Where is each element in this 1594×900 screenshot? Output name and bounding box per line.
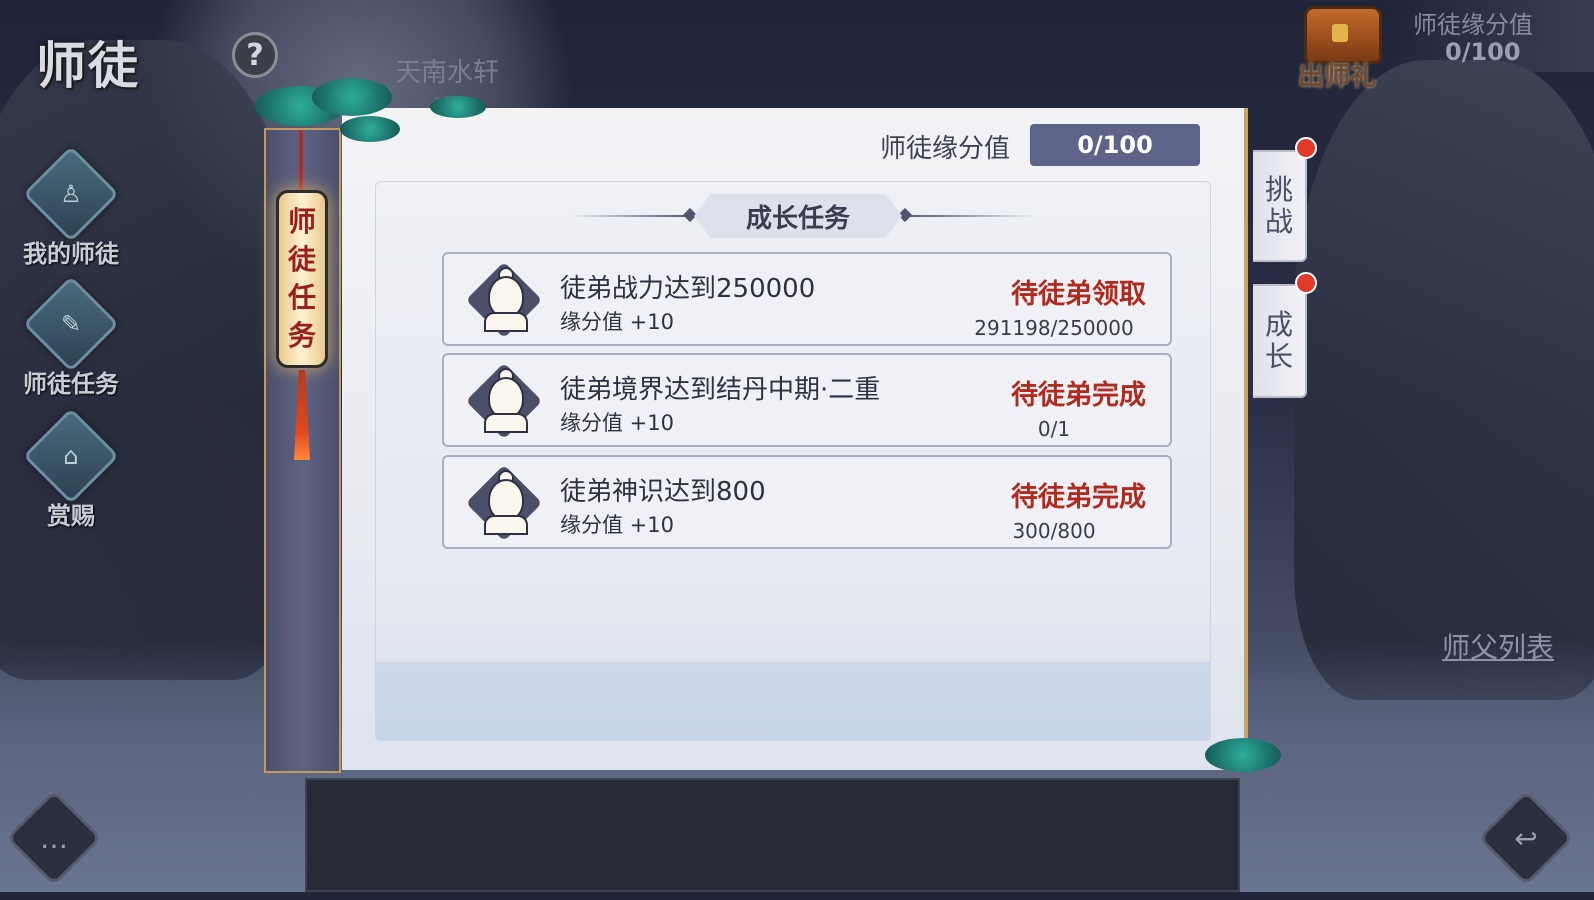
- task-reward: 缘分值 +10: [560, 513, 674, 537]
- section-divider-left: [570, 215, 690, 217]
- back-arrow-icon: ↩: [1514, 821, 1538, 855]
- chest-lock-icon: [1332, 24, 1348, 42]
- background-player-name: 天南水轩: [395, 58, 500, 88]
- question-icon: ?: [246, 37, 264, 73]
- master-list-link[interactable]: 师父列表: [1442, 626, 1554, 666]
- task-progress: 291198/250000: [974, 316, 1134, 340]
- task-status: 待徒弟完成: [1011, 482, 1146, 513]
- task-status: 待徒弟完成: [1011, 380, 1146, 411]
- person-icon: ♙: [22, 145, 120, 243]
- help-button[interactable]: ?: [232, 32, 278, 78]
- tab-challenge[interactable]: 挑 战: [1253, 150, 1307, 262]
- scroll-icon: ✎: [22, 275, 120, 373]
- task-title: 徒弟战力达到250000: [560, 274, 816, 304]
- task-title: 徒弟神识达到800: [560, 477, 766, 507]
- task-progress: 0/1: [1037, 417, 1071, 441]
- section-title: 成长任务: [694, 194, 902, 238]
- top-affinity-label: 师徒缘分值: [1413, 11, 1533, 39]
- sidebar-item-my-disciples[interactable]: ♙ 我的师徒: [16, 145, 126, 269]
- pine-decoration-icon: [1205, 738, 1281, 772]
- tab-label: 成: [1264, 308, 1293, 341]
- page-title: 师徒: [36, 36, 140, 95]
- pine-decoration-icon: [312, 78, 392, 116]
- lantern-string: [299, 130, 303, 190]
- lantern-char: 任: [287, 281, 316, 314]
- notification-dot-icon: [1295, 137, 1317, 159]
- task-row[interactable]: 徒弟战力达到250000 缘分值 +10 待徒弟领取 291198/250000: [442, 252, 1172, 346]
- task-status: 待徒弟领取: [1011, 279, 1146, 310]
- top-affinity-value: 0/100: [1445, 38, 1521, 66]
- top-affinity-display: 师徒缘分值 0/100: [1385, 0, 1594, 72]
- guardian-statue-right: [1294, 60, 1594, 700]
- affinity-value: 0/100: [1030, 124, 1200, 166]
- tab-label: 挑: [1264, 173, 1293, 206]
- task-reward: 缘分值 +10: [560, 411, 674, 435]
- task-title: 徒弟境界达到结丹中期·二重: [560, 375, 881, 405]
- disciple-avatar-icon: [465, 464, 543, 542]
- lantern-char: 务: [287, 319, 316, 352]
- tab-label: 战: [1264, 205, 1293, 238]
- task-row[interactable]: 徒弟神识达到800 缘分值 +10 待徒弟完成 300/800: [442, 455, 1172, 549]
- notification-dot-icon: [1295, 272, 1317, 294]
- graduation-gift-label: 出师礼: [1298, 62, 1377, 92]
- task-reward: 缘分值 +10: [560, 310, 674, 334]
- chat-bubble-icon: …: [40, 821, 68, 855]
- pine-decoration-icon: [340, 116, 400, 142]
- tab-growth[interactable]: 成 长: [1253, 284, 1307, 398]
- lantern-char: 师: [287, 205, 316, 238]
- pine-decoration-icon: [430, 96, 486, 118]
- task-progress: 300/800: [1012, 519, 1096, 543]
- disciple-avatar-icon: [465, 261, 543, 339]
- disciple-avatar-icon: [465, 362, 543, 440]
- affinity-label: 师徒缘分值: [880, 134, 1011, 164]
- tab-label: 长: [1264, 340, 1293, 373]
- sidebar-item-rewards[interactable]: ⌂ 赏赐: [16, 407, 126, 531]
- treasure-icon: ⌂: [22, 407, 120, 505]
- tab-disciple-tasks-lantern[interactable]: 师 徒 任 务: [276, 190, 328, 368]
- lantern-char: 徒: [287, 243, 316, 276]
- task-list-footer-decor: [375, 662, 1211, 741]
- sidebar-item-tasks[interactable]: ✎ 师徒任务: [16, 275, 126, 399]
- section-divider-right: [906, 215, 1036, 217]
- bottom-bar: [305, 778, 1240, 892]
- task-row[interactable]: 徒弟境界达到结丹中期·二重 缘分值 +10 待徒弟完成 0/1: [442, 353, 1172, 447]
